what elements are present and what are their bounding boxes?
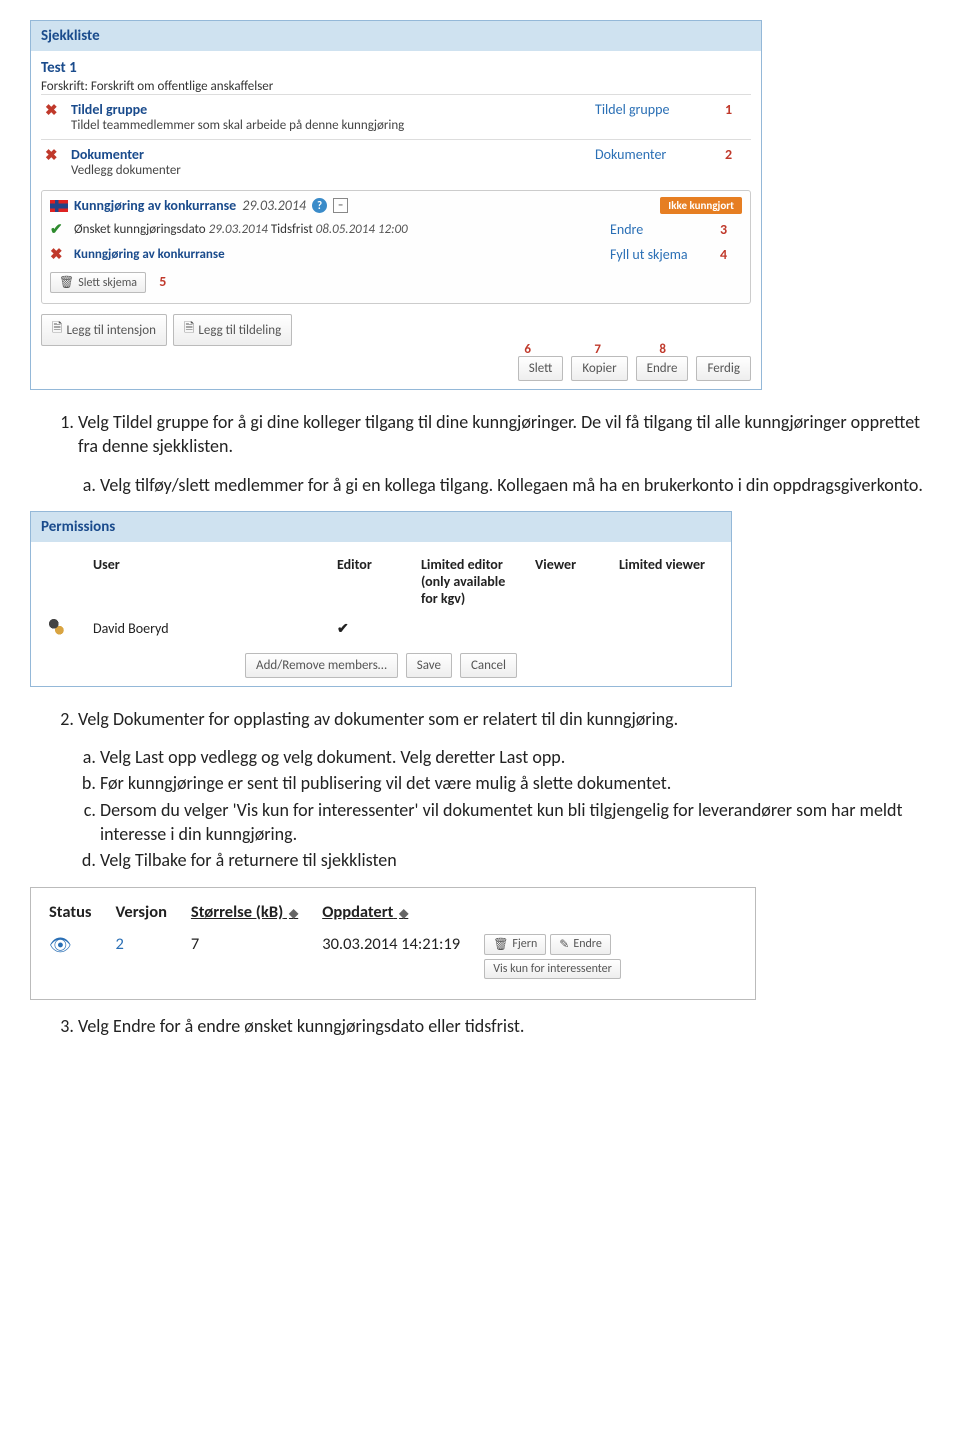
checklist-row-tildel: ✖ Tildel gruppe Tildel teammedlemmer som… bbox=[41, 94, 751, 139]
permissions-panel: Permissions User Editor Limited editor (… bbox=[30, 511, 732, 687]
row-desc: Vedlegg dokumenter bbox=[71, 163, 595, 178]
sort-icon: ◆ bbox=[399, 907, 408, 921]
kunn-title: Kunngjøring av konkurranse bbox=[74, 197, 236, 214]
label: Ønsket kunngjøringsdato bbox=[74, 222, 206, 237]
ferdig-button[interactable]: Ferdig bbox=[696, 356, 751, 381]
slett-skjema-button[interactable]: 🗑 Slett skjema bbox=[50, 272, 146, 293]
editor-check: ✔ bbox=[331, 613, 413, 645]
kunngjoring-box: Kunngjøring av konkurranse 29.03.2014 ? … bbox=[41, 190, 751, 304]
kb-value: 7 bbox=[185, 928, 316, 985]
annotation-5: 5 bbox=[159, 273, 166, 290]
col-status: Status bbox=[43, 896, 110, 928]
checklist-panel: Sjekkliste Test 1 Forskrift: Forskrift o… bbox=[30, 20, 762, 390]
status-table: Status Versjon Størrelse (kB) ◆ Oppdater… bbox=[43, 896, 639, 985]
doc-icon: 🗎 bbox=[52, 319, 62, 341]
col-user: User bbox=[87, 552, 329, 611]
col-editor: Editor bbox=[331, 552, 413, 611]
fyll-ut-link[interactable]: Fyll ut skjema bbox=[610, 246, 720, 263]
label-tidsfrist: Tidsfrist bbox=[271, 222, 313, 237]
test-title: Test 1 bbox=[41, 59, 751, 77]
instruction-1: Velg Tildel gruppe for å gi dine kollege… bbox=[30, 410, 930, 497]
row-title: Tildel gruppe bbox=[71, 101, 595, 118]
col-storrelse[interactable]: Størrelse (kB) ◆ bbox=[185, 896, 316, 928]
user-name: David Boeryd bbox=[87, 613, 329, 645]
eye-icon[interactable]: 👁 bbox=[49, 934, 72, 956]
endre-button[interactable]: ✎ Endre bbox=[550, 934, 611, 955]
permissions-title: Permissions bbox=[31, 512, 731, 542]
vis-interessenter-button[interactable]: Vis kun for interessenter bbox=[484, 959, 621, 979]
document-status-panel: Status Versjon Størrelse (kB) ◆ Oppdater… bbox=[30, 887, 756, 1000]
legg-til-tildeling-button[interactable]: 🗎 Legg til tildeling bbox=[173, 314, 292, 346]
fjern-button[interactable]: 🗑 Fjern bbox=[484, 934, 546, 955]
step-2c: Dersom du velger 'Vis kun for interessen… bbox=[100, 798, 930, 847]
collapse-icon[interactable]: − bbox=[333, 198, 348, 213]
col-oppdatert[interactable]: Oppdatert ◆ bbox=[316, 896, 478, 928]
step-1: Velg Tildel gruppe for å gi dine kollege… bbox=[78, 410, 930, 459]
col-viewer: Viewer bbox=[529, 552, 611, 611]
endre-button[interactable]: Endre bbox=[636, 356, 689, 381]
cancel-button[interactable]: Cancel bbox=[460, 653, 517, 678]
instruction-3: Velg Endre for å endre ønsket kunngjørin… bbox=[30, 1014, 930, 1038]
trash-icon: 🗑 bbox=[59, 275, 74, 290]
slett-button[interactable]: Slett bbox=[518, 356, 564, 381]
checklist-row-dokumenter: ✖ Dokumenter Vedlegg dokumenter Dokument… bbox=[41, 139, 751, 184]
status-badge: Ikke kunngjort bbox=[660, 197, 742, 214]
status-row: 👁 2 7 30.03.2014 14:21:19 🗑 Fjern ✎ Endr… bbox=[43, 928, 639, 985]
legg-til-intensjon-button[interactable]: 🗎 Legg til intensjon bbox=[41, 314, 167, 346]
col-versjon: Versjon bbox=[110, 896, 185, 928]
col-limited-viewer: Limited viewer bbox=[613, 552, 719, 611]
value-tidsfrist: 08.05.2014 12:00 bbox=[316, 222, 408, 237]
kopier-button[interactable]: Kopier bbox=[571, 356, 627, 381]
kunn-row-konkurranse: ✖ Kunngjøring av konkurranse Fyll ut skj… bbox=[50, 245, 742, 264]
edit-icon: ✎ bbox=[559, 937, 569, 952]
x-icon: ✖ bbox=[45, 147, 58, 165]
endre-link[interactable]: Endre bbox=[610, 221, 720, 238]
doc-icon: 🗎 bbox=[184, 319, 194, 341]
row-title: Kunngjøring av konkurranse bbox=[74, 247, 225, 262]
kunn-date: 29.03.2014 bbox=[242, 197, 306, 214]
annotation-3: 3 bbox=[720, 221, 742, 238]
save-button[interactable]: Save bbox=[406, 653, 452, 678]
annotation-6: 6 bbox=[524, 342, 531, 357]
annotation-4: 4 bbox=[720, 246, 742, 263]
col-limited-editor: Limited editor (only available for kgv) bbox=[415, 552, 527, 611]
kunn-row-dato: ✔ Ønsket kunngjøringsdato 29.03.2014 Tid… bbox=[50, 220, 742, 239]
x-icon: ✖ bbox=[50, 246, 63, 264]
check-icon: ✔ bbox=[50, 221, 63, 239]
user-icon bbox=[49, 619, 65, 635]
step-2a: Velg Last opp vedlegg og velg dokument. … bbox=[100, 745, 930, 769]
help-icon[interactable]: ? bbox=[312, 198, 327, 213]
instruction-2: Velg Dokumenter for opplasting av dokume… bbox=[30, 707, 930, 873]
permissions-table: User Editor Limited editor (only availab… bbox=[41, 550, 721, 647]
checklist-title: Sjekkliste bbox=[31, 21, 761, 51]
annotation-8: 8 bbox=[659, 342, 666, 357]
permissions-row: David Boeryd ✔ bbox=[43, 613, 719, 645]
step-3: Velg Endre for å endre ønsket kunngjørin… bbox=[78, 1014, 930, 1038]
annotation-1: 1 bbox=[725, 101, 747, 118]
add-remove-button[interactable]: Add/Remove members… bbox=[245, 653, 398, 678]
oppdatert-value: 30.03.2014 14:21:19 bbox=[316, 928, 478, 985]
versjon-link[interactable]: 2 bbox=[110, 928, 185, 985]
value: 29.03.2014 bbox=[209, 222, 268, 237]
step-2: Velg Dokumenter for opplasting av dokume… bbox=[78, 707, 930, 731]
footer-actions: 6 7 8 Slett Kopier Endre Ferdig bbox=[41, 356, 751, 381]
forskrift-text: Forskrift: Forskrift om offentlige anska… bbox=[41, 79, 751, 94]
flag-icon bbox=[50, 200, 68, 212]
tildel-gruppe-link[interactable]: Tildel gruppe bbox=[595, 101, 725, 118]
sort-icon: ◆ bbox=[289, 907, 298, 921]
step-1a: Velg tilføy/slett medlemmer for å gi en … bbox=[100, 473, 930, 497]
annotation-7: 7 bbox=[594, 342, 601, 357]
step-2b: Før kunngjøringe er sent til publisering… bbox=[100, 771, 930, 795]
row-desc: Tildel teammedlemmer som skal arbeide på… bbox=[71, 118, 595, 133]
annotation-2: 2 bbox=[725, 146, 747, 163]
dokumenter-link[interactable]: Dokumenter bbox=[595, 146, 725, 163]
step-2d: Velg Tilbake for å returnere til sjekkli… bbox=[100, 848, 930, 872]
x-icon: ✖ bbox=[45, 102, 58, 120]
trash-icon: 🗑 bbox=[493, 937, 508, 952]
row-title: Dokumenter bbox=[71, 146, 595, 163]
